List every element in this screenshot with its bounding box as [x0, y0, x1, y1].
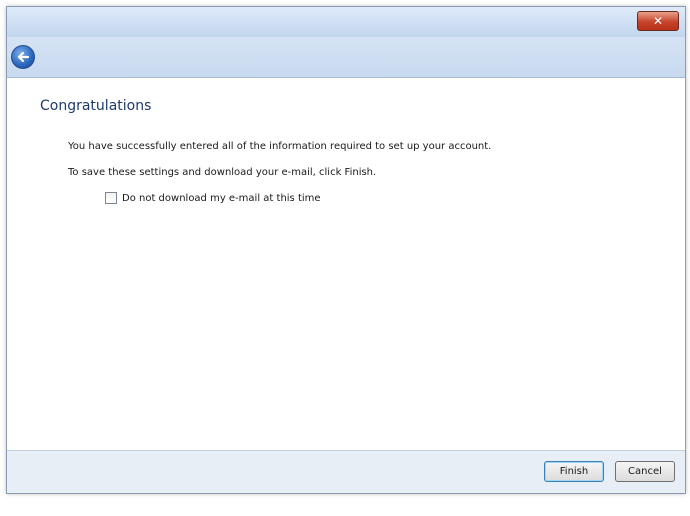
success-message: You have successfully entered all of the… — [68, 141, 492, 152]
finish-button[interactable]: Finish — [544, 461, 604, 482]
dialog-window: ✕ Congratulations You have successfully … — [6, 6, 686, 494]
cancel-button[interactable]: Cancel — [615, 461, 675, 482]
page-title: Congratulations — [40, 98, 152, 114]
do-not-download-option[interactable]: Do not download my e-mail at this time — [105, 192, 321, 204]
instruction-message: To save these settings and download your… — [68, 167, 377, 178]
do-not-download-label: Do not download my e-mail at this time — [122, 192, 321, 204]
back-arrow-icon — [17, 51, 30, 63]
close-icon: ✕ — [652, 14, 664, 28]
content-pane: Congratulations You have successfully en… — [7, 78, 685, 450]
do-not-download-checkbox[interactable] — [105, 192, 117, 204]
back-button[interactable] — [11, 45, 35, 69]
button-bar: Finish Cancel — [7, 450, 685, 493]
close-button[interactable]: ✕ — [637, 11, 679, 31]
title-bar: ✕ — [7, 7, 685, 37]
navigation-bar — [7, 37, 685, 78]
